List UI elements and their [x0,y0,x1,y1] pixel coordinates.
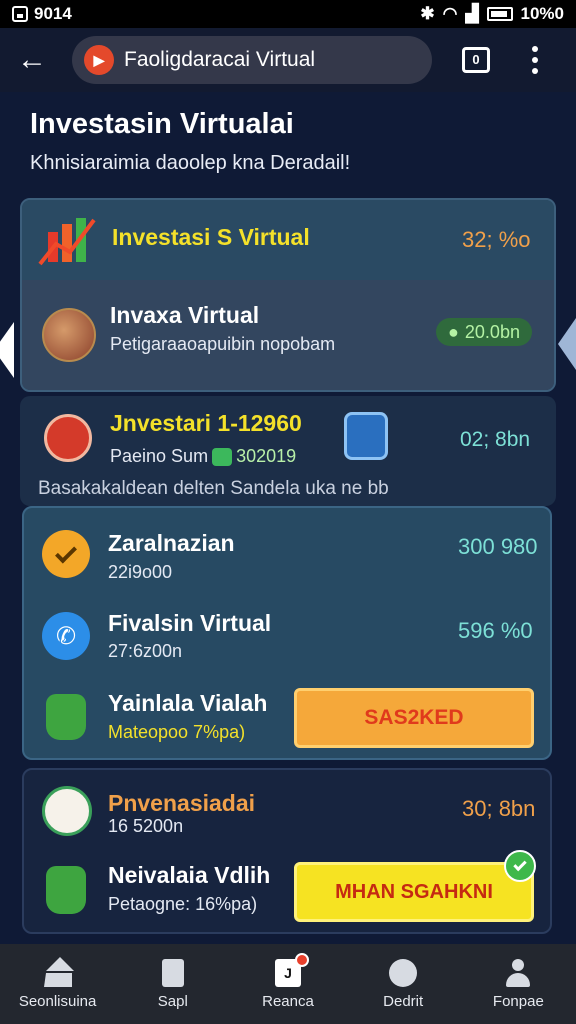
section2-sub-prefix: Paeino Sum [110,446,209,466]
card-a-value: 32; %o [462,227,531,252]
nav-label: Fonpae [492,992,544,1010]
amount-badge: ● 20.0bn [436,318,532,346]
nav-item-chat[interactable]: Dedrit [348,958,458,1010]
list-item-subtitle: 22i9o00 [108,562,173,582]
card-a-row-title: Invaxa Virtual [110,302,260,328]
list-item-subtitle: 27:6z00n [108,641,183,661]
avatar [42,308,96,362]
page-subtitle: Khnisiaraimia daoolep kna Deradail! [30,152,351,174]
phone-icon: ✆ [42,612,90,660]
money-icon [212,447,233,466]
nav-label: Dedrit [383,992,424,1010]
battery-level: 10%0 [520,4,564,23]
check-icon [42,530,90,578]
checkmark-badge-icon [504,850,536,882]
list-item-title: Fivalsin Virtual [108,610,272,636]
nav-item-news[interactable]: J Reanca [233,952,343,1010]
tabs-button[interactable]: 0 [462,47,490,73]
list-item-title: Neivalaia Vdlih [108,862,271,888]
list-item-subtitle: Mateopoo 7%pa) [108,722,246,742]
nav-label: Sapl [157,992,188,1010]
app-bar: ← ▶ Faoligdaracai Virtual 0 [0,28,576,92]
list-item-value: 596 %0 [458,618,533,643]
card-a-title: Investasi S Virtual [112,224,310,250]
address-bar[interactable]: ▶ Faoligdaracai Virtual [72,36,432,84]
wifi-icon: ◠ [442,4,458,23]
site-logo-icon: ▶ [84,45,114,75]
invest-button[interactable]: SAS2KED [294,688,534,748]
nav-item-saved[interactable]: Sapl [118,958,228,1010]
list-item-value: 300 980 [458,534,538,559]
carousel-left-arrow-icon[interactable] [0,322,14,378]
overflow-menu-icon[interactable] [530,46,540,74]
signal-icon: ▟ [465,4,479,23]
list-item-title: Pnvenasiadai [108,790,256,816]
list-item-value: 30; 8bn [462,796,536,821]
section2-value: 02; 8bn [460,428,531,451]
news-icon: J [274,952,309,987]
nav-label: Reanca [262,992,314,1010]
list-item-subtitle: 16 5200n [108,816,184,836]
address-bar-title: Faoligdaracai Virtual [124,48,316,71]
clock-icon [44,414,92,462]
profile-icon [504,958,532,987]
status-bar: 9014 ✱ ◠ ▟ 10%0 [0,0,576,28]
section2-note: Basakakaldean delten Sandela uka ne bb [38,478,389,499]
map-icon [42,786,92,836]
section2-sub-value: 302019 [236,446,297,466]
section2-title: Jnvestari 1-12960 [110,410,302,436]
list-item-title: Yainlala Vialah [108,690,268,716]
nav-item-profile[interactable]: Fonpae [463,958,573,1010]
money-bag-icon [46,694,86,740]
money-bag-icon [46,866,86,914]
badge-value: 20.0bn [464,321,520,342]
badge-dot-icon: ● [448,321,459,342]
status-time: 9014 [34,4,72,23]
notification-app-icon [12,6,28,22]
nav-label: Seonlisuina [18,992,97,1010]
back-button[interactable]: ← [14,42,50,78]
list-item-title: Zaralnazian [108,530,235,556]
notification-dot-icon [294,952,309,967]
carousel-right-arrow-icon[interactable] [558,318,576,370]
bluetooth-icon: ✱ [420,4,435,23]
battery-icon [486,7,513,21]
chat-icon [389,958,418,987]
page-title: Investasin Virtualai [30,108,294,140]
card-a-row-subtitle: Petigaraaoapuibin nopobam [110,334,336,354]
bottom-navigation: Seonlisuina Sapl J Reanca Dedrit Fonpae [0,944,576,1024]
bar-chart-logo-icon [38,218,96,266]
list-item-subtitle: Petaogne: 16%pa) [108,894,258,914]
app-tile-icon[interactable] [344,412,388,460]
confirm-button[interactable]: MHAN SGAHKNI [294,862,534,922]
document-icon [161,958,184,987]
home-icon [43,956,74,987]
section2-subtitle: Paeino Sum 302019 [110,446,296,467]
nav-item-home[interactable]: Seonlisuina [3,956,113,1010]
